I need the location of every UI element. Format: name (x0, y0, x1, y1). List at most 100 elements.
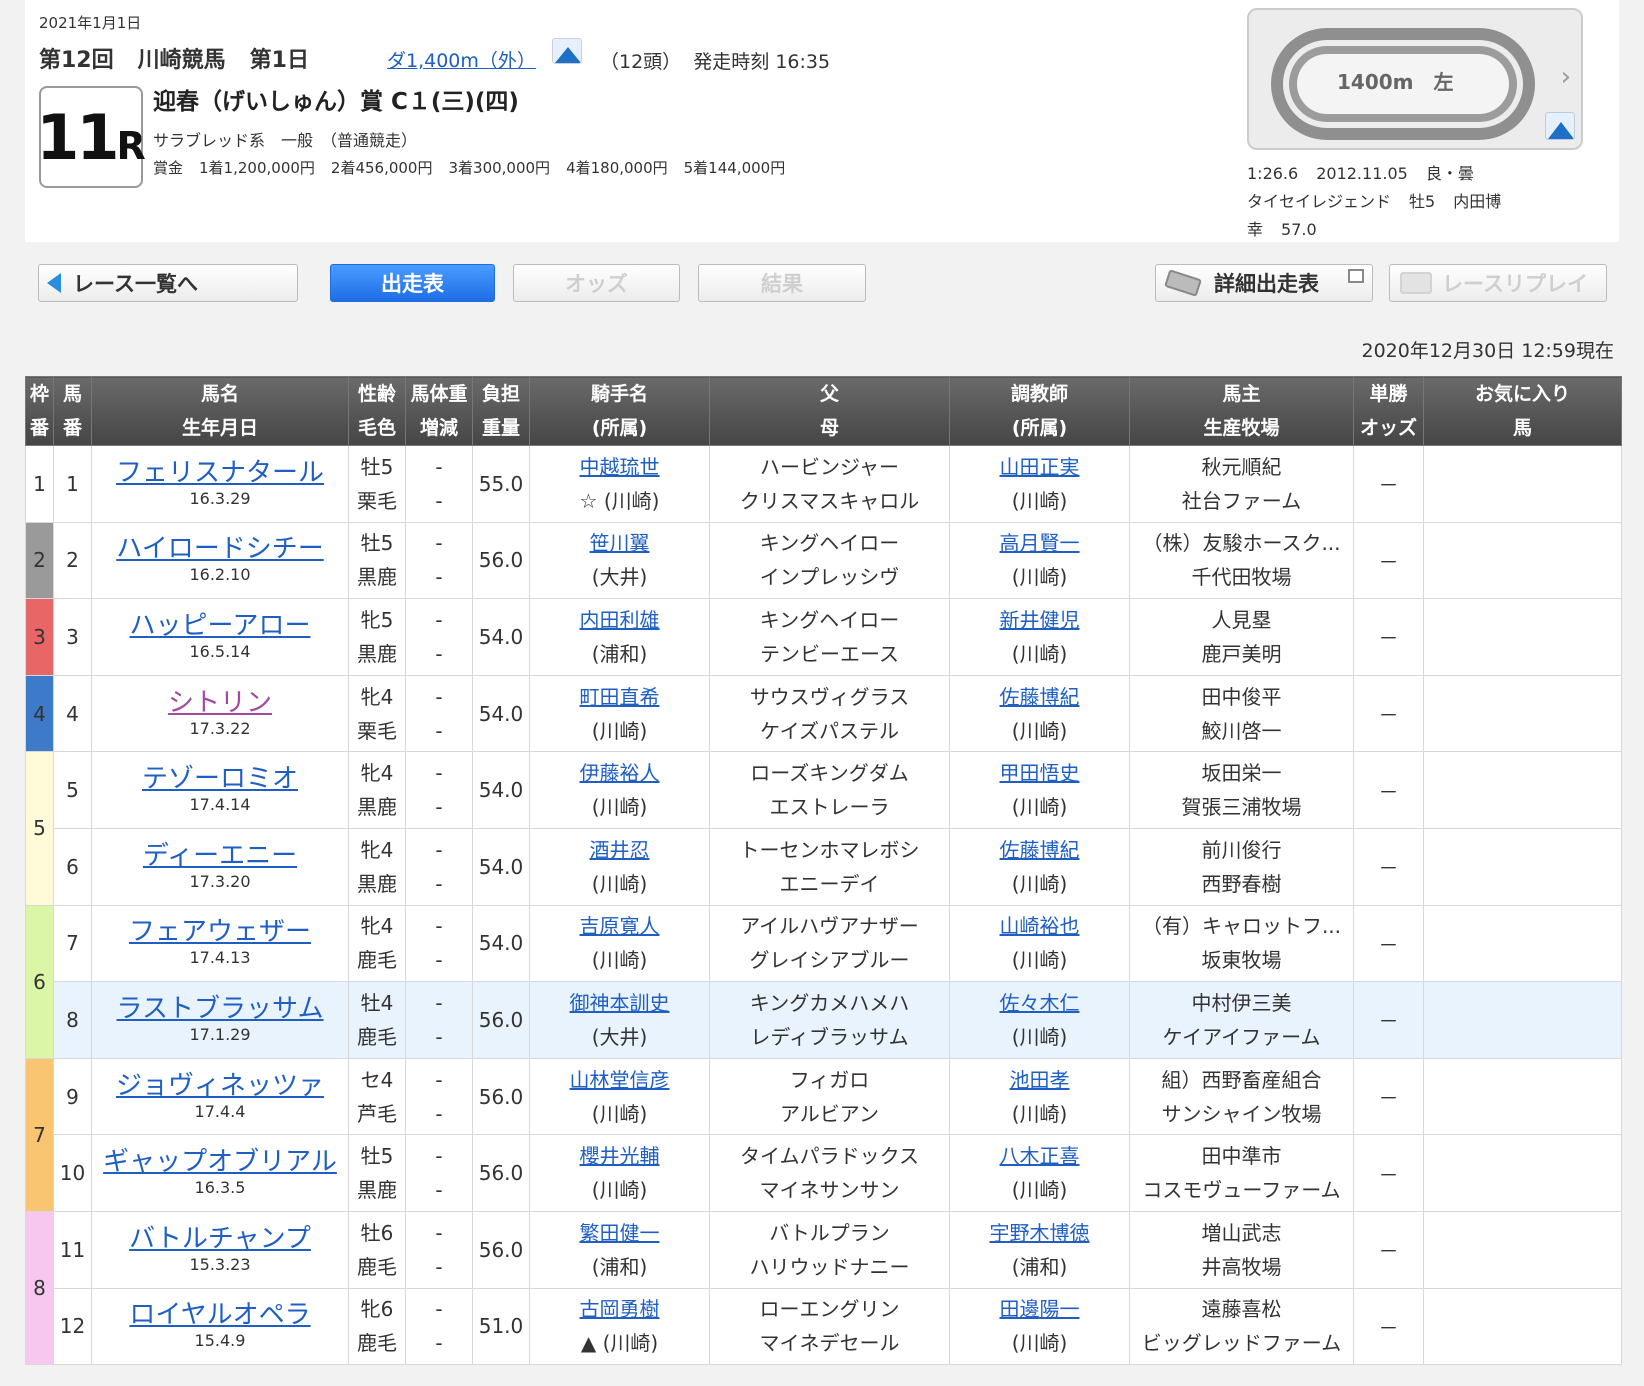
prize-label: 賞金 (153, 159, 184, 177)
favorite-cell[interactable] (1423, 1210, 1622, 1289)
weight-diff: - (435, 1178, 443, 1203)
tab-odds[interactable]: オッズ (513, 264, 680, 302)
jockey-link[interactable]: 吉原寛人 (580, 914, 660, 938)
sex-age: 牝4 (360, 914, 394, 939)
win-odds: － (1353, 598, 1424, 676)
breeder: 井高牧場 (1201, 1254, 1282, 1279)
jockey-link[interactable]: 御神本訓史 (570, 991, 670, 1015)
owner: 前川俊行 (1201, 837, 1282, 862)
horse-name-link[interactable]: ディーエニー (96, 841, 344, 871)
trainer-link[interactable]: 佐藤博紀 (1000, 838, 1080, 862)
horse-name-link[interactable]: ギャップオブリアル (96, 1147, 344, 1177)
dam: グレイシアブルー (749, 948, 910, 973)
track-diagram[interactable]: 1400m 左 › (1247, 8, 1583, 150)
jockey-link[interactable]: 笹川翼 (590, 531, 650, 555)
tab-result[interactable]: 結果 (698, 264, 866, 302)
owner: 増山武志 (1201, 1220, 1282, 1245)
pedigree-cell: サウスヴィグラス ケイズパステル (709, 674, 950, 753)
horse-name-link[interactable]: フェリスナタール (96, 458, 344, 488)
detail-entry-button[interactable]: 詳細出走表 (1155, 264, 1373, 302)
jockey-affiliation: (浦和) (591, 641, 648, 666)
horse-cell: ロイヤルオペラ 15.4.9 (91, 1287, 349, 1366)
breeder: 賀張三浦牧場 (1181, 795, 1302, 820)
horse-birthdate: 16.5.14 (189, 641, 251, 661)
waku-cell: 8 (25, 1210, 54, 1366)
race-replay-button[interactable]: レースリプレイ (1389, 264, 1607, 302)
weight-diff: - (435, 641, 443, 666)
trainer-link[interactable]: 田邊陽一 (1000, 1297, 1080, 1321)
jockey-link[interactable]: 中越琉世 (580, 455, 660, 479)
owner-cell: （株）友駿ホースク... 千代田牧場 (1129, 521, 1354, 600)
favorite-cell[interactable] (1423, 1057, 1622, 1136)
trainer-link[interactable]: 佐藤博紀 (1000, 685, 1080, 709)
favorite-cell[interactable] (1423, 445, 1622, 523)
jockey-link[interactable]: 櫻井光輔 (580, 1144, 660, 1168)
record-horse: タイセイレジェンド (1247, 192, 1392, 211)
horse-cell: ハイロードシチー 16.2.10 (91, 521, 349, 600)
trainer-link[interactable]: 八木正喜 (1000, 1144, 1080, 1168)
trainer-link[interactable]: 山田正実 (1000, 455, 1080, 479)
jockey-link[interactable]: 山林堂信彦 (570, 1068, 670, 1092)
weight-diff: - (435, 948, 443, 973)
trainer-link[interactable]: 山崎裕也 (1000, 914, 1080, 938)
horse-number: 12 (53, 1287, 92, 1366)
table-header-row: 枠番 馬番 馬名 生年月日 性齢 毛色 馬体重 増減 負担 重量 騎手名 (所属) 父母 … (25, 376, 1622, 446)
favorite-cell[interactable] (1423, 1134, 1622, 1212)
pedigree-cell: キングヘイロー インプレッシヴ (709, 521, 950, 600)
favorite-cell[interactable] (1423, 674, 1622, 753)
trainer-link[interactable]: 池田孝 (1010, 1068, 1070, 1092)
jockey-link[interactable]: 繁田健一 (580, 1221, 660, 1245)
sex-color-cell: 牡4 鹿毛 (348, 981, 406, 1059)
jockey-link[interactable]: 古岡勇樹 (580, 1297, 660, 1321)
trainer-link[interactable]: 甲田悟史 (1000, 761, 1080, 785)
waku-cell: 6 (25, 904, 54, 1059)
trainer-link[interactable]: 新井健児 (1000, 608, 1080, 632)
waku-cell: 2 (25, 521, 54, 600)
course-map-icon[interactable] (552, 38, 582, 64)
favorite-cell[interactable] (1423, 521, 1622, 600)
favorite-cell[interactable] (1423, 598, 1622, 676)
horse-name-link[interactable]: テゾーロミオ (96, 764, 344, 794)
jockey-link[interactable]: 町田直希 (580, 685, 660, 709)
horse-name-link[interactable]: バトルチャンプ (96, 1224, 344, 1254)
trainer-link[interactable]: 宇野木博徳 (990, 1221, 1090, 1245)
horse-name-link[interactable]: ハイロードシチー (96, 534, 344, 564)
course-map-icon[interactable] (1545, 112, 1575, 140)
coat-color: 鹿毛 (357, 948, 397, 973)
horse-name-link[interactable]: ラストブラッサム (96, 994, 344, 1024)
horse-name-link[interactable]: ロイヤルオペラ (96, 1300, 344, 1330)
table-row: 12 ロイヤルオペラ 15.4.9 牝6 鹿毛 - -51.0 古岡勇樹 ▲ (川崎) ローエング… (26, 1287, 1622, 1366)
record-condition: 良・曇 (1425, 164, 1474, 183)
race-list-button[interactable]: レース一覧へ (38, 264, 298, 302)
horse-name-link[interactable]: シトリン (96, 688, 344, 718)
favorite-cell[interactable] (1423, 1287, 1622, 1366)
field-info: （12頭） 発走時刻 16:35 (600, 47, 830, 74)
favorite-cell[interactable] (1423, 751, 1622, 829)
course-link[interactable]: ダ1,400m（外） (387, 46, 536, 73)
win-odds: － (1353, 1287, 1424, 1366)
jockey-link[interactable]: 酒井忍 (590, 838, 650, 862)
body-weight-cell: -- (405, 521, 473, 600)
dam: ケイズパステル (760, 718, 899, 743)
trainer-link[interactable]: 高月賢一 (1000, 531, 1080, 555)
horse-name-link[interactable]: フェアウェザー (96, 917, 344, 947)
horse-name-link[interactable]: ジョヴィネッツァ (96, 1071, 344, 1101)
jockey-affiliation: ▲ (川崎) (580, 1331, 659, 1356)
jockey-link[interactable]: 内田利雄 (580, 608, 660, 632)
trainer-link[interactable]: 佐々木仁 (1000, 991, 1080, 1015)
tab-entry[interactable]: 出走表 (330, 264, 495, 302)
coat-color: 黒鹿 (357, 795, 397, 820)
load-weight: 54.0 (472, 751, 530, 829)
favorite-cell[interactable] (1423, 981, 1622, 1059)
favorite-cell[interactable] (1423, 827, 1622, 906)
dam: ハリウッドナニー (749, 1254, 910, 1279)
sire: ローエングリン (759, 1297, 900, 1322)
entries-table: 枠番 馬番 馬名 生年月日 性齢 毛色 馬体重 増減 負担 重量 騎手名 (所属) 父母 … (25, 376, 1622, 1366)
dam: テンビーエース (760, 641, 899, 666)
horse-name-link[interactable]: ハッピーアロー (96, 611, 344, 641)
win-odds: － (1353, 981, 1424, 1059)
body-weight-cell: -- (405, 981, 473, 1059)
favorite-cell[interactable] (1423, 904, 1622, 983)
coat-color: 鹿毛 (357, 1331, 397, 1356)
jockey-link[interactable]: 伊藤裕人 (580, 761, 660, 785)
